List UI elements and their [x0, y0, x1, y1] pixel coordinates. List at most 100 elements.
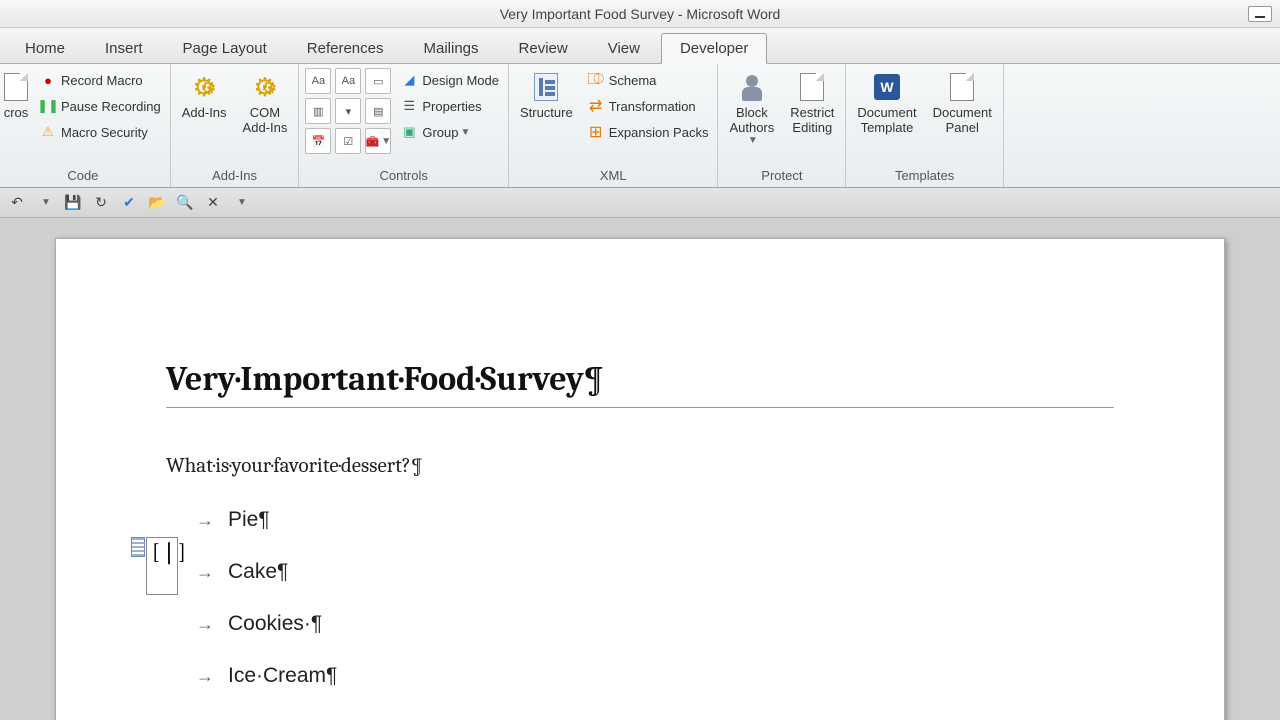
close-button[interactable]: ✕ [202, 192, 224, 214]
expansion-packs-button[interactable]: ⊞ Expansion Packs [584, 120, 712, 144]
ribbon-tabs: Home Insert Page Layout References Maili… [0, 28, 1280, 64]
expansion-packs-label: Expansion Packs [609, 125, 709, 140]
document-title[interactable]: Very·Important·Food·Survey¶ [166, 359, 1114, 408]
list-item[interactable]: → Cake¶ [196, 560, 1114, 584]
tab-home[interactable]: Home [6, 33, 84, 63]
record-macro-button[interactable]: ● Record Macro [36, 68, 164, 92]
macro-security-label: Macro Security [61, 125, 148, 140]
tab-arrow-icon: → [196, 562, 214, 583]
title-bar: Very Important Food Survey - Microsoft W… [0, 0, 1280, 28]
chevron-down-icon: ▼ [461, 127, 471, 138]
combobox-control-icon[interactable]: ▾ [335, 98, 361, 124]
group-xml: Structure ⎄ Schema ⇄ Transformation ⊞ Ex… [509, 64, 718, 187]
panel-icon [950, 73, 974, 101]
save-button[interactable]: 💾 [62, 192, 84, 214]
item-text: Cookies·¶ [228, 612, 322, 636]
survey-question[interactable]: What·is·your·favorite·dessert?¶ [166, 454, 1114, 478]
window-controls [1248, 6, 1272, 22]
picture-control-icon[interactable]: ▭ [365, 68, 391, 94]
ribbon: cros ● Record Macro ❚❚ Pause Recording ⚠… [0, 64, 1280, 188]
window-title: Very Important Food Survey - Microsoft W… [500, 6, 781, 22]
group-addins-label: Add-Ins [177, 166, 293, 185]
schema-label: Schema [609, 73, 657, 88]
macros-button[interactable]: cros [2, 68, 30, 123]
document-template-button[interactable]: W Document Template [852, 68, 921, 138]
print-preview-button[interactable]: 🔍 [174, 192, 196, 214]
block-authors-label: Block Authors [729, 105, 774, 135]
redo-button[interactable]: ↻ [90, 192, 112, 214]
group-protect: Block Authors ▼ Restrict Editing Protect [718, 64, 846, 187]
design-mode-button[interactable]: ◢ Design Mode [397, 68, 502, 92]
minimize-button[interactable] [1248, 6, 1272, 22]
tab-view[interactable]: View [589, 33, 659, 63]
transformation-button[interactable]: ⇄ Transformation [584, 94, 712, 118]
structure-button[interactable]: Structure [515, 68, 578, 123]
tab-mailings[interactable]: Mailings [405, 33, 498, 63]
tab-review[interactable]: Review [500, 33, 587, 63]
restrict-editing-button[interactable]: Restrict Editing [785, 68, 839, 138]
tab-arrow-icon: → [196, 666, 214, 687]
tab-insert[interactable]: Insert [86, 33, 162, 63]
properties-label: Properties [422, 99, 481, 114]
group-label-text: Group [422, 125, 458, 140]
item-text: Pie¶ [228, 508, 270, 532]
addins-button[interactable]: ⚙ Add-Ins [177, 68, 232, 123]
richtext-control-icon[interactable]: Aa [305, 68, 331, 94]
document-page[interactable]: Very·Important·Food·Survey¶ What·is·your… [55, 238, 1225, 720]
list-item[interactable]: → Cookies·¶ [196, 612, 1114, 636]
checkbox-control-icon[interactable]: ☑ [335, 128, 361, 154]
item-text: Ice·Cream¶ [228, 664, 337, 688]
tab-page-layout[interactable]: Page Layout [164, 33, 286, 63]
document-workspace[interactable]: Very·Important·Food·Survey¶ What·is·your… [0, 218, 1280, 720]
pause-recording-label: Pause Recording [61, 99, 161, 114]
group-templates-label: Templates [852, 166, 997, 185]
buildingblock-control-icon[interactable]: ▥ [305, 98, 331, 124]
chevron-down-icon: ▼ [748, 135, 758, 146]
tab-arrow-icon: → [196, 614, 214, 635]
group-xml-label: XML [515, 166, 711, 185]
group-controls-label: Controls [305, 166, 502, 185]
spellcheck-button[interactable]: ✔ [118, 192, 140, 214]
list-item[interactable]: → Pie¶ [196, 508, 1114, 532]
group-button[interactable]: ▣ Group ▼ [397, 120, 502, 144]
plaintext-control-icon[interactable]: Aa [335, 68, 361, 94]
group-code: cros ● Record Macro ❚❚ Pause Recording ⚠… [0, 64, 171, 187]
legacy-tools-icon[interactable]: 🧰▼ [365, 128, 391, 154]
content-control-handle[interactable] [131, 537, 145, 557]
item-text: Cake¶ [228, 560, 288, 584]
design-mode-label: Design Mode [422, 73, 499, 88]
transformation-label: Transformation [609, 99, 696, 114]
group-controls: Aa Aa ▭ ▥ ▾ ▤ 📅 ☑ 🧰▼ ◢ Design Mode ☰ Pro… [299, 64, 509, 187]
macro-security-button[interactable]: ⚠ Macro Security [36, 120, 164, 144]
group-addins: ⚙ Add-Ins ⚙ COM Add-Ins Add-Ins [171, 64, 300, 187]
pause-recording-button[interactable]: ❚❚ Pause Recording [36, 94, 164, 118]
checkbox-glyph[interactable]: [❘] [152, 539, 186, 565]
undo-dropdown[interactable]: ▼ [34, 192, 56, 214]
restrict-editing-label: Restrict Editing [790, 105, 834, 135]
properties-button[interactable]: ☰ Properties [397, 94, 502, 118]
com-addins-button[interactable]: ⚙ COM Add-Ins [238, 68, 293, 138]
schema-button[interactable]: ⎄ Schema [584, 68, 712, 92]
undo-button[interactable]: ↶ [6, 192, 28, 214]
document-panel-button[interactable]: Document Panel [928, 68, 997, 138]
list-item[interactable]: → Ice·Cream¶ [196, 664, 1114, 688]
macros-label: cros [4, 105, 29, 120]
open-button[interactable]: 📂 [146, 192, 168, 214]
tab-developer[interactable]: Developer [661, 33, 767, 64]
com-addins-label: COM Add-Ins [243, 105, 288, 135]
control-gallery: Aa Aa ▭ ▥ ▾ ▤ 📅 ☑ 🧰▼ [305, 68, 391, 154]
structure-label: Structure [520, 105, 573, 120]
dropdown-control-icon[interactable]: ▤ [365, 98, 391, 124]
block-authors-button[interactable]: Block Authors ▼ [724, 68, 779, 149]
group-templates: W Document Template Document Panel Templ… [846, 64, 1004, 187]
group-protect-label: Protect [724, 166, 839, 185]
record-macro-label: Record Macro [61, 73, 143, 88]
customize-qat-button[interactable]: ▼ [230, 192, 252, 214]
quick-access-toolbar: ↶ ▼ 💾 ↻ ✔ 📂 🔍 ✕ ▼ [0, 188, 1280, 218]
date-control-icon[interactable]: 📅 [305, 128, 331, 154]
tab-references[interactable]: References [288, 33, 403, 63]
document-panel-label: Document Panel [933, 105, 992, 135]
word-icon: W [874, 74, 900, 100]
addins-label: Add-Ins [182, 105, 227, 120]
group-code-label: Code [2, 166, 164, 185]
